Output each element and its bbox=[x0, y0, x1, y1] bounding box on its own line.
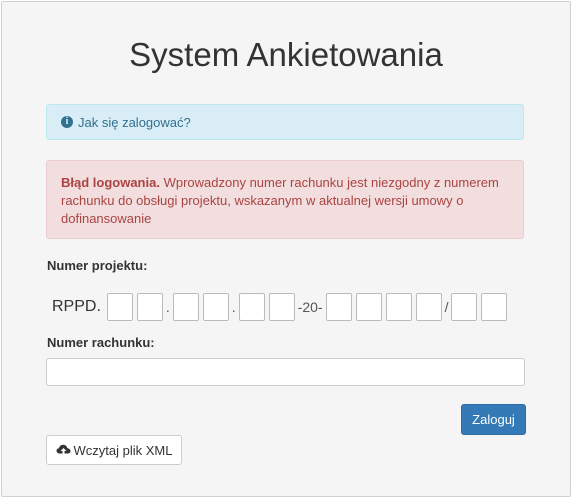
error-title: Błąd logowania. bbox=[61, 175, 160, 190]
info-circle-icon: i bbox=[61, 116, 73, 128]
project-digit-10[interactable] bbox=[415, 293, 442, 321]
login-error-alert: Błąd logowania. Wprowadzony numer rachun… bbox=[46, 160, 524, 239]
page-title: System Ankietowania bbox=[129, 36, 443, 73]
project-digit-1[interactable] bbox=[106, 293, 133, 321]
project-digit-2[interactable] bbox=[136, 293, 163, 321]
separator-slash: / bbox=[444, 299, 449, 315]
project-number-label: Numer projektu: bbox=[47, 258, 148, 273]
separator-dot: . bbox=[231, 299, 236, 315]
load-xml-label: Wczytaj plik XML bbox=[73, 442, 173, 458]
project-digit-12[interactable] bbox=[481, 293, 508, 321]
how-to-login-label: Jak się zalogować? bbox=[78, 114, 191, 130]
load-xml-button[interactable]: Wczytaj plik XML bbox=[46, 435, 182, 465]
project-digit-7[interactable] bbox=[325, 293, 352, 321]
project-number-field: RPPD. . . -20- / bbox=[52, 292, 509, 322]
project-digit-8[interactable] bbox=[355, 293, 382, 321]
project-prefix: RPPD. bbox=[52, 298, 101, 315]
project-digit-9[interactable] bbox=[385, 293, 412, 321]
project-digit-3[interactable] bbox=[172, 293, 199, 321]
separator-year: -20- bbox=[297, 299, 323, 315]
project-digit-6[interactable] bbox=[268, 293, 295, 321]
project-digit-4[interactable] bbox=[202, 293, 229, 321]
cloud-upload-icon bbox=[56, 444, 71, 456]
project-digit-11[interactable] bbox=[451, 293, 478, 321]
login-button[interactable]: Zaloguj bbox=[461, 404, 526, 435]
project-digit-5[interactable] bbox=[238, 293, 265, 321]
separator-dot: . bbox=[165, 299, 170, 315]
account-number-input[interactable] bbox=[46, 358, 525, 386]
account-number-label: Numer rachunku: bbox=[47, 335, 155, 350]
how-to-login-link[interactable]: i Jak się zalogować? bbox=[46, 104, 524, 140]
